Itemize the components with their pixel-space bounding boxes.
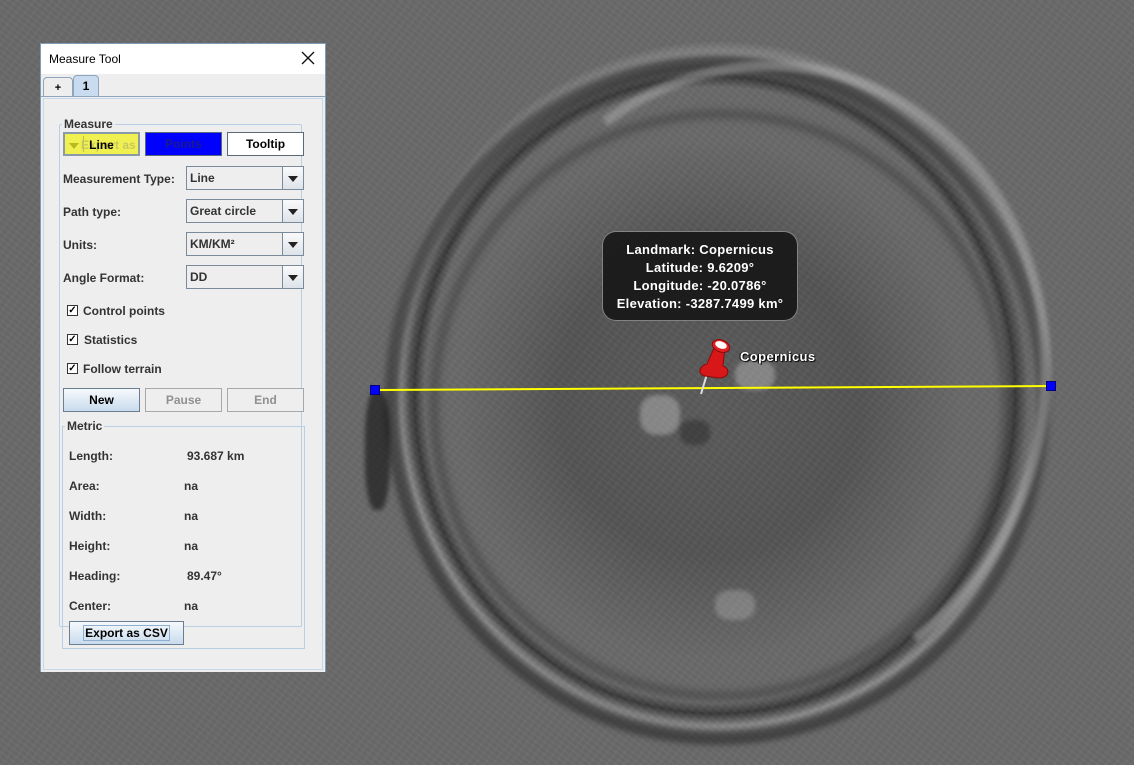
tab-1[interactable]: 1	[73, 75, 99, 97]
area-label: Area:	[69, 479, 100, 493]
chevron-down-icon	[288, 209, 298, 215]
path-type-select[interactable]: Great circle	[186, 199, 304, 223]
angle-format-value: DD	[190, 270, 208, 284]
follow-terrain-label: Follow terrain	[83, 362, 162, 376]
control-points-label: Control points	[83, 304, 165, 318]
chevron-down-icon	[69, 143, 79, 149]
dropdown-button[interactable]	[282, 266, 303, 288]
window-title: Measure Tool	[49, 52, 121, 66]
chevron-down-icon	[288, 242, 298, 248]
measure-section-title: Measure	[64, 117, 113, 131]
height-value: na	[184, 539, 199, 553]
tooltip-longitude: Longitude: -20.0786°	[633, 278, 767, 293]
area-value: na	[184, 479, 199, 493]
metric-section-title: Metric	[67, 419, 103, 433]
tooltip-color-button[interactable]: Tooltip	[227, 132, 304, 156]
tooltip-elevation: Elevation: -3287.7499 km°	[616, 296, 784, 311]
dropdown-button[interactable]	[282, 200, 303, 222]
export-csv-button[interactable]: Export as CSV	[69, 621, 184, 645]
angle-format-label: Angle Format:	[63, 271, 145, 285]
path-type-value: Great circle	[190, 204, 257, 218]
path-type-label: Path type:	[63, 205, 122, 219]
center-value: na	[184, 599, 199, 613]
chevron-down-icon	[288, 275, 298, 281]
heading-value: 89.47°	[187, 569, 222, 583]
measurement-type-value: Line	[190, 171, 215, 185]
line-color-label: Line	[89, 138, 114, 152]
angle-format-select[interactable]: DD	[186, 265, 304, 289]
dropdown-button[interactable]	[282, 233, 303, 255]
pause-button[interactable]: Pause	[145, 388, 222, 412]
title-bar[interactable]: Measure Tool	[41, 44, 325, 74]
pushpin-icon[interactable]	[693, 336, 737, 396]
checkmark-icon[interactable]: ✓	[67, 363, 78, 374]
statistics-label: Statistics	[84, 333, 138, 347]
control-point-end[interactable]	[1046, 381, 1056, 391]
control-point-start[interactable]	[370, 385, 380, 395]
points-color-button[interactable]: Points	[145, 132, 222, 156]
placemark-label[interactable]: Copernicus	[740, 349, 816, 364]
landmark-tooltip: Landmark: Copernicus Latitude: 9.6209° L…	[602, 231, 798, 321]
new-button[interactable]: New	[63, 388, 140, 412]
tooltip-landmark: Landmark: Copernicus	[626, 242, 774, 257]
checkmark-icon[interactable]: ✓	[67, 305, 78, 316]
tooltip-latitude: Latitude: 9.6209°	[645, 260, 755, 275]
chevron-down-icon	[288, 176, 298, 182]
dropdown-button[interactable]	[282, 167, 303, 189]
units-label: Units:	[63, 238, 97, 252]
measurement-type-select[interactable]: Line	[186, 166, 304, 190]
line-color-button[interactable]: Export as Line	[63, 132, 140, 156]
end-button[interactable]: End	[227, 388, 304, 412]
length-label: Length:	[69, 449, 113, 463]
close-icon[interactable]	[299, 49, 317, 67]
height-label: Height:	[69, 539, 111, 553]
heading-label: Heading:	[69, 569, 121, 583]
tab-add[interactable]: +	[43, 77, 73, 97]
measurement-type-label: Measurement Type:	[63, 172, 175, 186]
width-label: Width:	[69, 509, 107, 523]
length-value: 93.687 km	[187, 449, 245, 463]
export-csv-label: Export as CSV	[83, 625, 170, 641]
tab-panel: Measure Export as Line Points Tooltip Me…	[41, 96, 325, 672]
checkmark-icon[interactable]: ✓	[67, 334, 78, 345]
width-value: na	[184, 509, 199, 523]
units-select[interactable]: KM/KM²	[186, 232, 304, 256]
measure-tool-window: Measure Tool + 1 Measure Export as Line …	[40, 43, 326, 672]
center-label: Center:	[69, 599, 112, 613]
units-value: KM/KM²	[190, 237, 235, 251]
